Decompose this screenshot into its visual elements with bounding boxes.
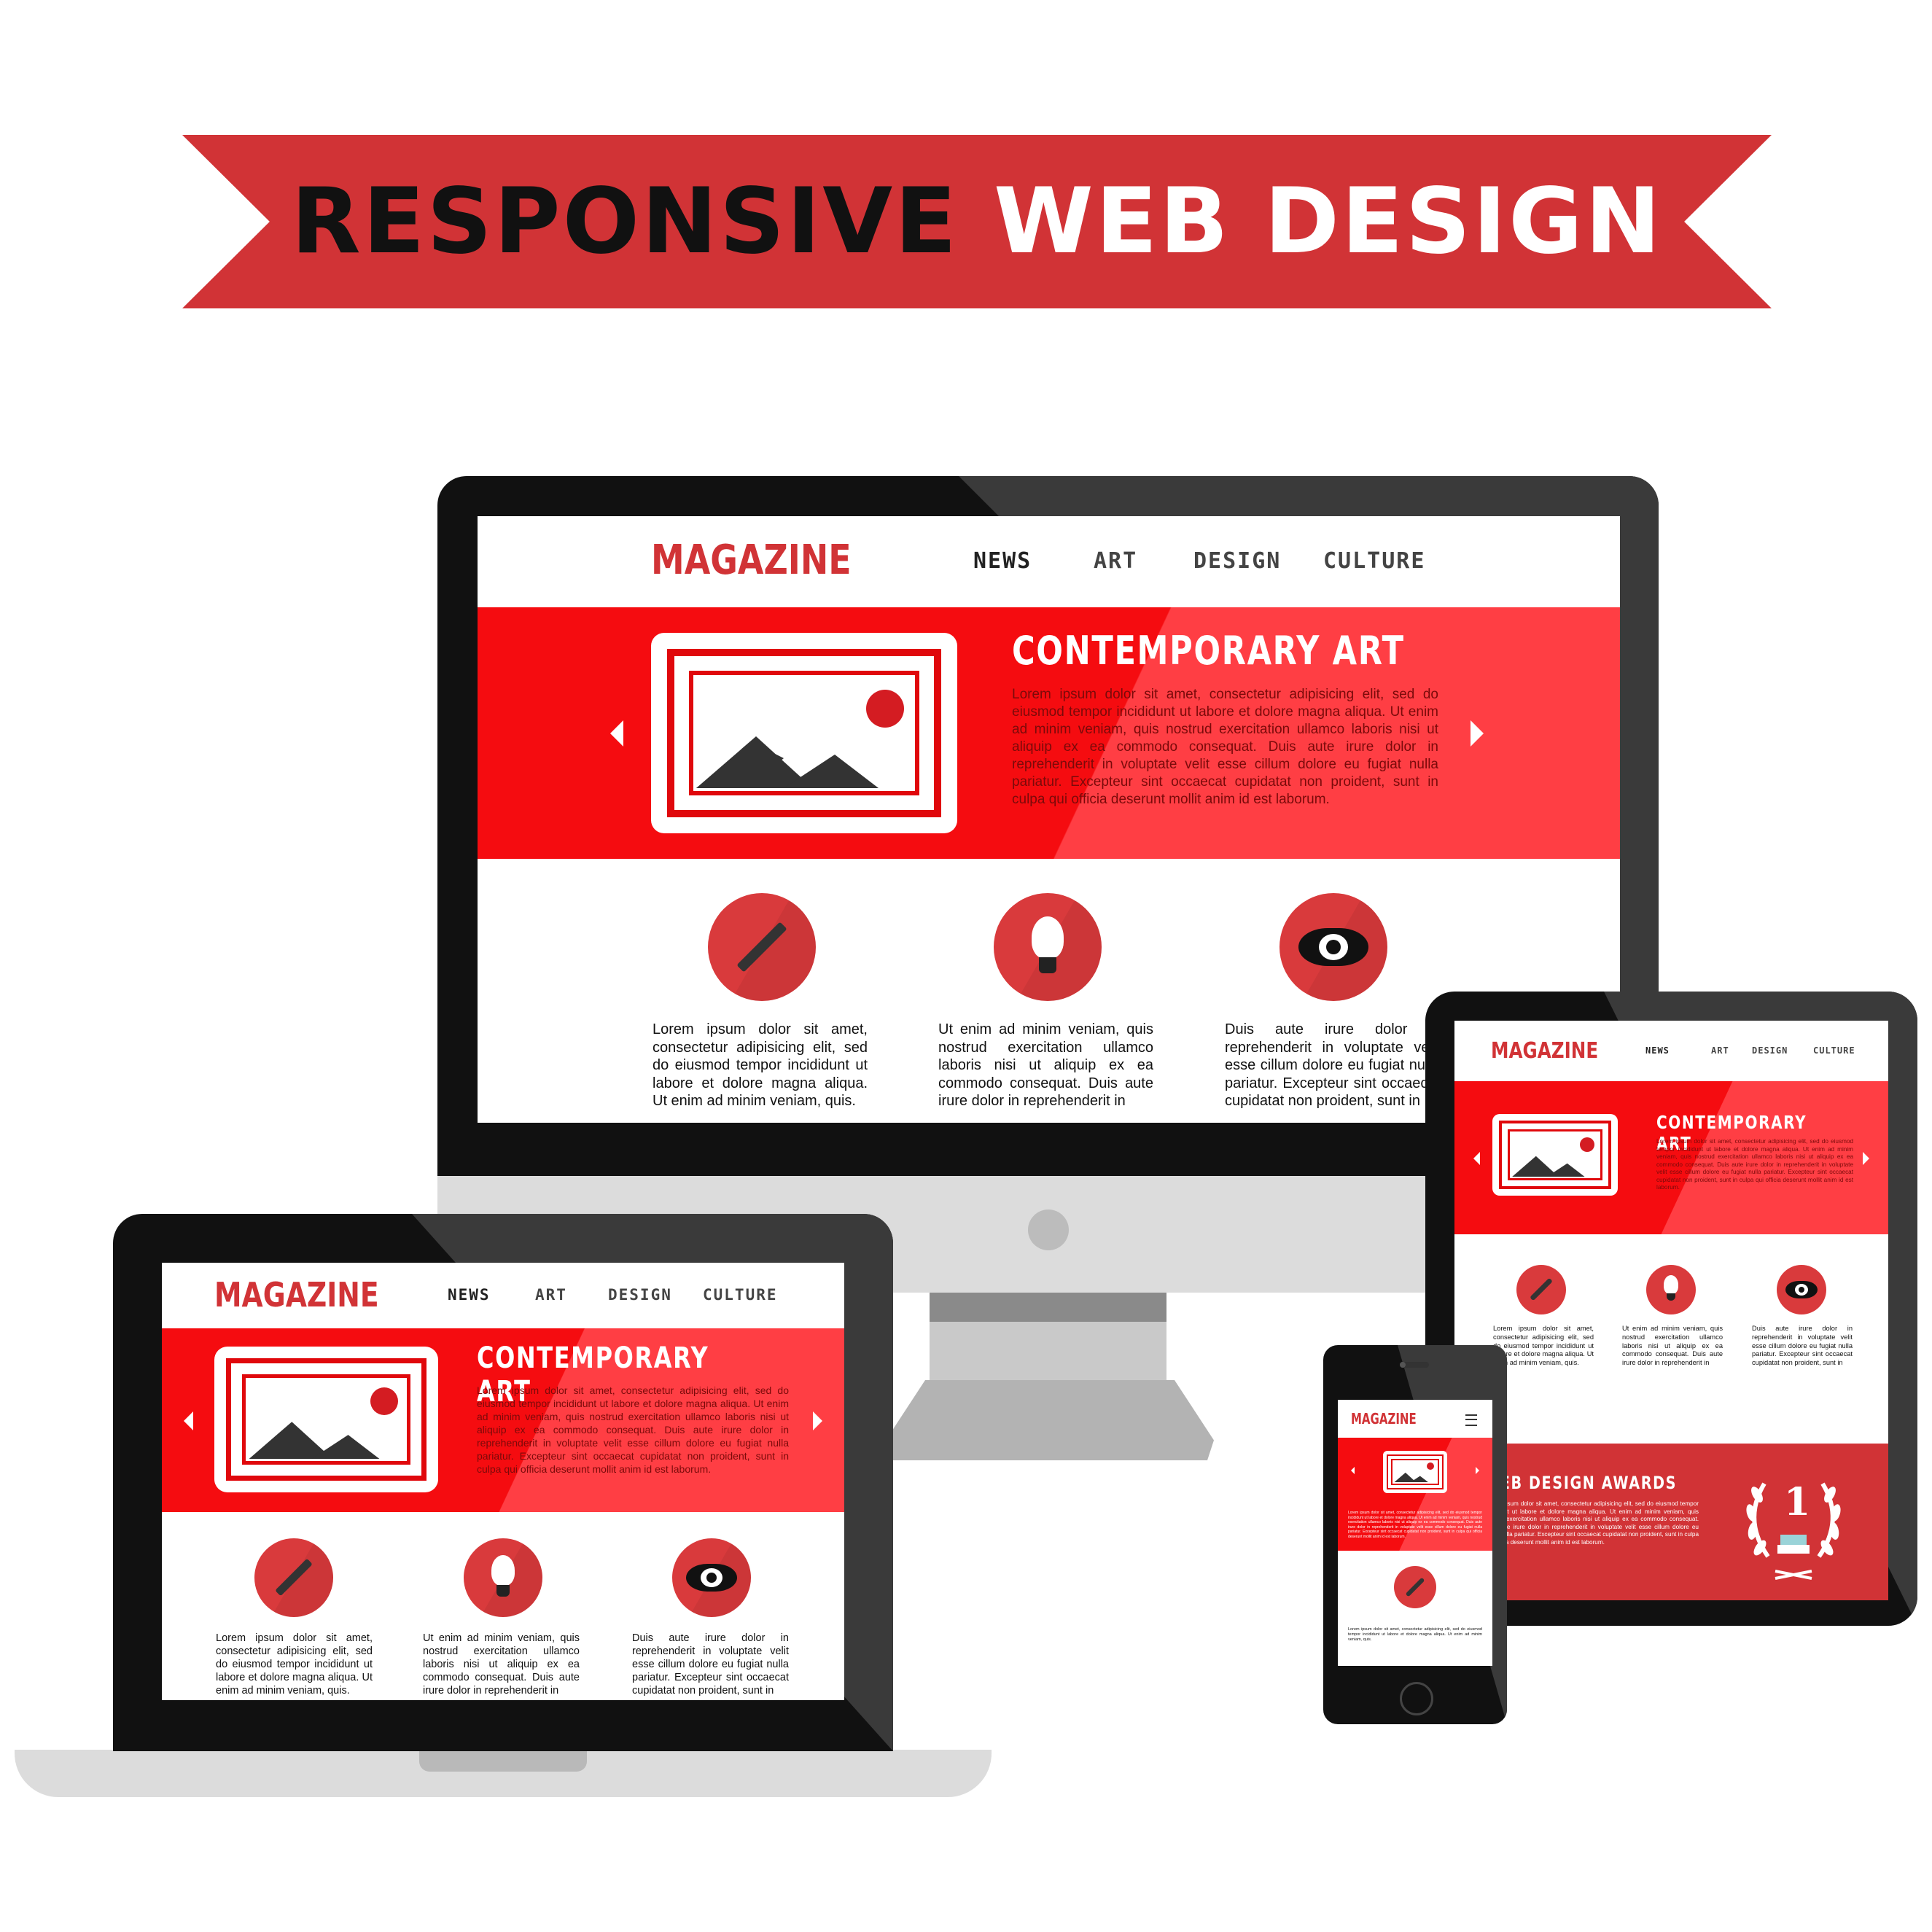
eye-icon xyxy=(1279,893,1387,1001)
banner-title: RESPONSIVE WEB DESIGN xyxy=(182,135,1772,308)
nav-news[interactable]: NEWS xyxy=(1645,1045,1670,1056)
nav-news[interactable]: NEWS xyxy=(448,1286,491,1304)
tablet-screen: MAGAZINE NEWS ART DESIGN CULTURE CONTEMP… xyxy=(1454,1021,1888,1600)
pencil-icon xyxy=(254,1538,333,1617)
nav-art[interactable]: ART xyxy=(1094,548,1137,574)
nav-art[interactable]: ART xyxy=(535,1286,567,1304)
image-placeholder-icon xyxy=(1383,1451,1447,1493)
nav-art[interactable]: ART xyxy=(1711,1045,1729,1056)
image-placeholder-icon xyxy=(1492,1114,1618,1196)
slider-next-button[interactable] xyxy=(1863,1152,1869,1165)
site-logo[interactable]: MAGAZINE xyxy=(214,1275,379,1314)
slider-next-button[interactable] xyxy=(813,1411,822,1430)
slider-prev-button[interactable] xyxy=(184,1411,193,1430)
slider-next-button[interactable] xyxy=(1476,1467,1479,1474)
feature-text-2: Ut enim ad minim veniam, quis nostrud ex… xyxy=(938,1021,1153,1109)
image-placeholder-icon xyxy=(651,633,957,833)
lightbulb-icon xyxy=(1646,1265,1696,1314)
feature-text-3: Duis aute irure dolor in reprehenderit i… xyxy=(1752,1325,1853,1367)
hero-slider: CONTEMPORARY ART Lorem ipsum dolor sit a… xyxy=(162,1328,844,1512)
phone-camera xyxy=(1400,1362,1406,1368)
hero-slider: Lorem ipsum dolor sit amet, consectetur … xyxy=(1338,1438,1492,1551)
banner-word-web-design: WEB DESIGN xyxy=(993,169,1663,274)
nav-news[interactable]: NEWS xyxy=(973,548,1032,574)
feature-text-2: Ut enim ad minim veniam, quis nostrud ex… xyxy=(1622,1325,1723,1367)
hero-slider: CONTEMPORARY ART Lorem ipsum dolor sit a… xyxy=(478,607,1620,859)
image-placeholder-icon xyxy=(214,1347,438,1492)
laptop-notch xyxy=(419,1750,587,1772)
slider-next-button[interactable] xyxy=(1471,720,1484,747)
pencil-icon xyxy=(708,893,816,1001)
site-logo[interactable]: MAGAZINE xyxy=(1491,1038,1598,1064)
award-rank: 1 xyxy=(1784,1480,1811,1524)
slider-prev-button[interactable] xyxy=(1351,1467,1355,1474)
site-logo[interactable]: MAGAZINE xyxy=(1351,1410,1417,1427)
monitor-button[interactable] xyxy=(1028,1210,1069,1250)
nav-design[interactable]: DESIGN xyxy=(608,1286,672,1304)
pencil-icon xyxy=(1516,1265,1566,1314)
hero-slider: CONTEMPORARY ART Lorem ipsum dolor sit a… xyxy=(1454,1081,1888,1234)
phone-screen: MAGAZINE Lorem ipsum dolor sit amet, con… xyxy=(1338,1400,1492,1666)
feature-text-3: Duis aute irure dolor in reprehenderit i… xyxy=(1225,1021,1440,1109)
feature-text-1: Lorem ipsum dolor sit amet, consectetur … xyxy=(1348,1627,1482,1642)
nav-design[interactable]: DESIGN xyxy=(1752,1045,1788,1056)
awards-title: WEB DESIGN AWARDS xyxy=(1484,1473,1678,1493)
feature-text-1: Lorem ipsum dolor sit amet, consectetur … xyxy=(1493,1325,1594,1367)
nav-culture[interactable]: CULTURE xyxy=(1323,548,1425,574)
slider-prev-button[interactable] xyxy=(610,720,623,747)
hamburger-menu-icon[interactable] xyxy=(1465,1414,1477,1426)
hero-body: Lorem ipsum dolor sit amet, consectetur … xyxy=(1348,1511,1482,1539)
feature-text-1: Lorem ipsum dolor sit amet, consectetur … xyxy=(653,1021,868,1109)
hero-body: Lorem ipsum dolor sit amet, consectetur … xyxy=(1012,687,1438,807)
eye-icon xyxy=(672,1538,751,1617)
feature-text-3: Duis aute irure dolor in reprehenderit i… xyxy=(632,1632,789,1697)
hero-body: Lorem ipsum dolor sit amet, consectetur … xyxy=(477,1384,789,1475)
lightbulb-icon xyxy=(464,1538,542,1617)
awards-section: WEB DESIGN AWARDS Lorem ipsum dolor sit … xyxy=(1454,1444,1888,1600)
laptop-screen: MAGAZINE NEWS ART DESIGN CULTURE CONTEMP… xyxy=(162,1263,844,1700)
feature-text-1: Lorem ipsum dolor sit amet, consectetur … xyxy=(216,1632,373,1697)
nav-culture[interactable]: CULTURE xyxy=(1813,1045,1855,1056)
lightbulb-icon xyxy=(994,893,1102,1001)
eye-icon xyxy=(1777,1265,1826,1314)
phone-home-button[interactable] xyxy=(1400,1682,1433,1715)
nav-design[interactable]: DESIGN xyxy=(1193,548,1281,574)
pencil-icon xyxy=(1394,1566,1436,1608)
awards-body: Lorem ipsum dolor sit amet, consectetur … xyxy=(1484,1500,1699,1546)
slider-prev-button[interactable] xyxy=(1473,1152,1480,1165)
nav-culture[interactable]: CULTURE xyxy=(703,1286,778,1304)
hero-title: CONTEMPORARY ART xyxy=(1012,628,1405,674)
banner-word-responsive: RESPONSIVE xyxy=(291,169,959,274)
site-logo[interactable]: MAGAZINE xyxy=(651,537,852,584)
hero-body: Lorem ipsum dolor sit amet, consectetur … xyxy=(1656,1138,1853,1191)
feature-text-2: Ut enim ad minim veniam, quis nostrud ex… xyxy=(423,1632,580,1697)
